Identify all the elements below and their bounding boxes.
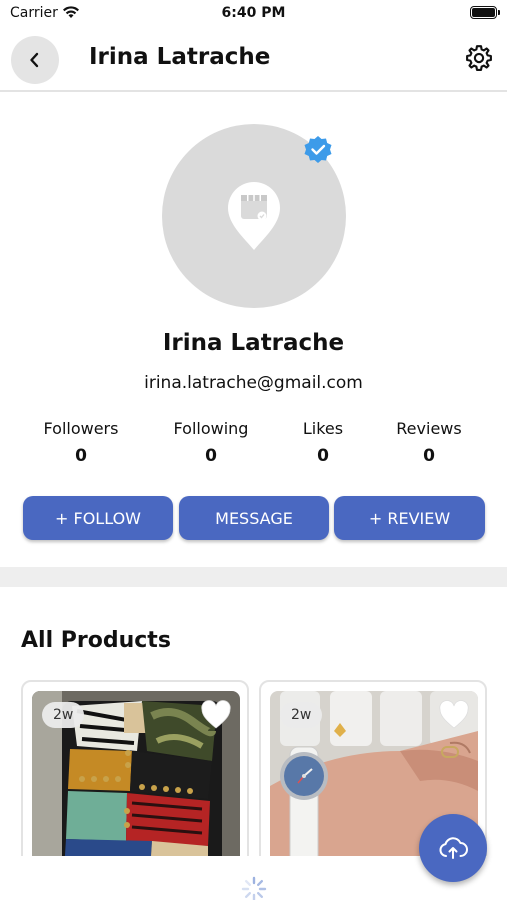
stat-value: 0 [423, 446, 435, 466]
status-bar: Carrier 6:40 PM [0, 0, 507, 28]
loading-spinner-icon [241, 876, 267, 900]
stat-value: 0 [205, 446, 217, 466]
location-pin-placeholder-icon [228, 182, 280, 250]
stat-followers[interactable]: Followers 0 [21, 419, 141, 466]
stat-label: Following [173, 419, 249, 438]
profile-name: Irina Latrache [162, 330, 345, 356]
product-image-backpack[interactable]: 2w [32, 691, 240, 868]
upload-button[interactable] [419, 814, 487, 882]
review-button[interactable]: + REVIEW [334, 496, 485, 540]
cloud-upload-icon [439, 837, 468, 859]
back-button[interactable] [11, 36, 59, 84]
chevron-left-icon [30, 52, 39, 68]
message-button[interactable]: MESSAGE [179, 496, 329, 540]
battery-icon [470, 6, 500, 19]
section-title: All Products [21, 628, 171, 653]
page-title: Irina Latrache [89, 44, 271, 70]
product-card[interactable]: 2w [21, 680, 249, 870]
section-divider [0, 567, 507, 587]
verified-badge-icon [304, 136, 332, 163]
gear-icon[interactable] [464, 43, 494, 73]
stat-value: 0 [317, 446, 329, 466]
age-badge: 2w [280, 702, 323, 728]
stat-following[interactable]: Following 0 [151, 419, 271, 466]
stat-reviews[interactable]: Reviews 0 [369, 419, 489, 466]
heart-icon[interactable] [200, 700, 232, 730]
navigation-header: Irina Latrache [0, 28, 507, 92]
profile-email: irina.latrache@gmail.com [144, 373, 363, 393]
stat-label: Followers [43, 419, 119, 438]
stat-value: 0 [75, 446, 87, 466]
profile-avatar [162, 124, 346, 308]
heart-icon[interactable] [438, 700, 470, 730]
clock: 6:40 PM [221, 5, 286, 21]
age-badge: 2w [42, 702, 85, 728]
stat-label: Reviews [396, 419, 462, 438]
follow-button[interactable]: + FOLLOW [23, 496, 173, 540]
stat-likes[interactable]: Likes 0 [263, 419, 383, 466]
stat-label: Likes [302, 419, 344, 438]
